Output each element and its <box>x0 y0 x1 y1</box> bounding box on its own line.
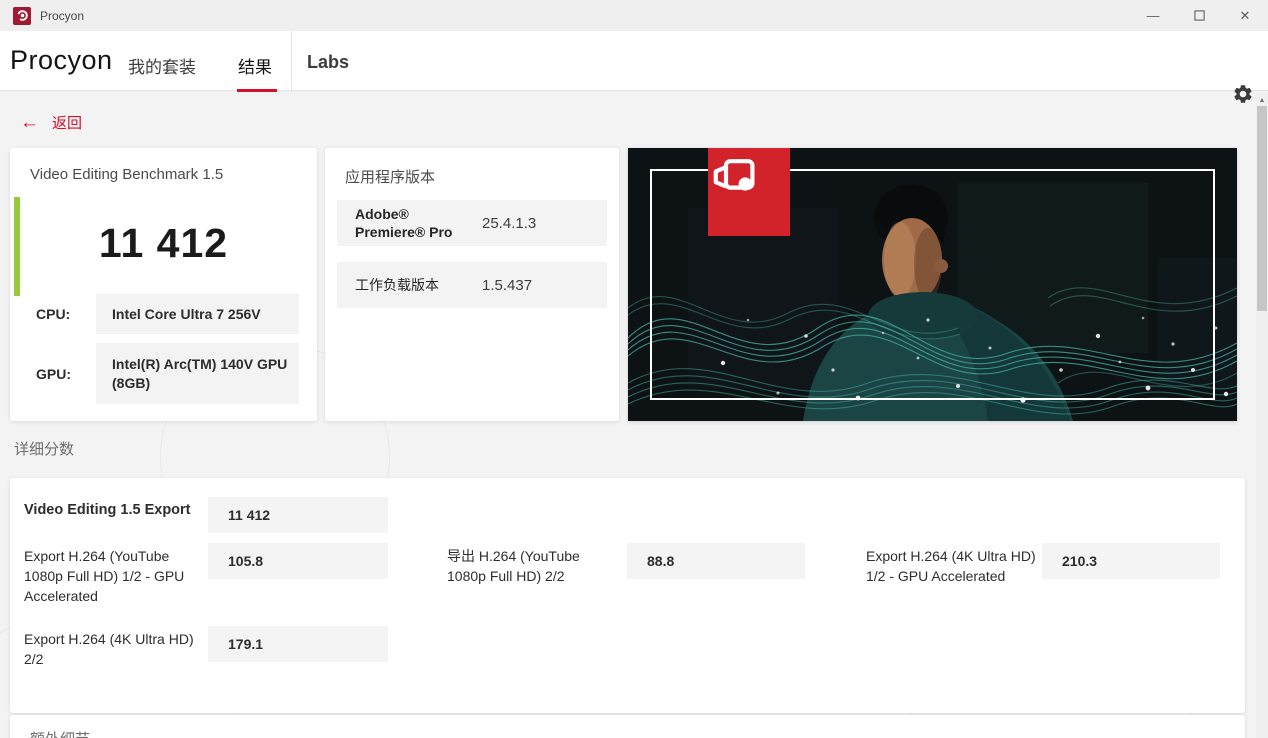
detailed-scores-card: Video Editing 1.5 Export 11 412 Export H… <box>10 478 1245 713</box>
main-nav: Procyon 我的套装 结果 Labs <box>0 31 1268 91</box>
procyon-logo-icon <box>13 7 31 25</box>
version-row: 工作负载版本 1.5.437 <box>337 262 607 308</box>
nav-divider <box>291 31 292 90</box>
version-row: Adobe® Premiere® Pro 25.4.1.3 <box>337 200 607 246</box>
maximize-button[interactable] <box>1176 0 1222 31</box>
brand-logo-text: Procyon <box>10 45 113 76</box>
close-button[interactable]: ✕ <box>1222 0 1268 31</box>
app-versions-title: 应用程序版本 <box>345 166 435 187</box>
scrollbar-up-arrow[interactable]: ▲ <box>1256 94 1268 106</box>
score-row-label: Export H.264 (4K Ultra HD) 2/2 <box>24 629 196 669</box>
back-label: 返回 <box>52 112 82 133</box>
window-titlebar: Procyon — ✕ <box>0 0 1268 31</box>
vertical-scrollbar[interactable]: ▲ <box>1256 92 1268 738</box>
cpu-value: Intel Core Ultra 7 256V <box>96 294 299 334</box>
score-row-value: 210.3 <box>1042 543 1220 579</box>
video-camera-icon <box>708 148 762 202</box>
score-row-value: 179.1 <box>208 626 388 662</box>
maximize-icon <box>1194 10 1205 21</box>
detailed-scores-title: 详细分数 <box>14 438 74 459</box>
score-row-label: 导出 H.264 (YouTube 1080p Full HD) 2/2 <box>447 546 619 586</box>
app-versions-card: 应用程序版本 Adobe® Premiere® Pro 25.4.1.3 工作负… <box>325 148 619 421</box>
extra-details-title: 额外细节 <box>30 728 90 738</box>
tab-my-suites[interactable]: 我的套装 <box>128 53 196 78</box>
score-row-value: 88.8 <box>627 543 805 579</box>
minimize-button[interactable]: — <box>1130 0 1176 31</box>
tab-results[interactable]: 结果 <box>238 53 272 78</box>
benchmark-title: Video Editing Benchmark 1.5 <box>30 166 223 183</box>
benchmark-hero-image <box>628 148 1237 421</box>
benchmark-summary-card: Video Editing Benchmark 1.5 11 412 CPU: … <box>10 148 317 421</box>
version-label: 工作负载版本 <box>355 276 470 294</box>
results-page: ← 返回 Video Editing Benchmark 1.5 11 412 … <box>0 92 1256 738</box>
video-benchmark-badge <box>708 148 790 236</box>
tab-results-label: 结果 <box>238 58 272 77</box>
procyon-app-window: Procyon — ✕ Procyon 我的套装 结果 Labs <box>0 0 1268 738</box>
score-row-label: Video Editing 1.5 Export <box>24 500 204 520</box>
version-value: 1.5.437 <box>482 277 532 294</box>
score-row-label: Export H.264 (4K Ultra HD) 1/2 - GPU Acc… <box>866 546 1044 586</box>
settings-gear-icon[interactable] <box>1232 83 1254 105</box>
version-value: 25.4.1.3 <box>482 215 536 232</box>
version-label: Adobe® Premiere® Pro <box>355 205 470 241</box>
extra-details-card: 额外细节 <box>10 715 1245 738</box>
tab-labs[interactable]: Labs <box>307 52 349 73</box>
score-row-value: 11 412 <box>208 497 388 533</box>
back-arrow-icon: ← <box>20 113 39 132</box>
score-row-value: 105.8 <box>208 543 388 579</box>
score-row-label: Export H.264 (YouTube 1080p Full HD) 1/2… <box>24 546 196 606</box>
gpu-value: Intel(R) Arc(TM) 140V GPU (8GB) <box>96 343 299 404</box>
back-button[interactable]: ← 返回 <box>20 112 82 133</box>
cpu-label: CPU: <box>36 306 70 322</box>
gpu-label: GPU: <box>36 366 71 382</box>
benchmark-score: 11 412 <box>10 220 317 267</box>
active-tab-underline <box>237 89 277 92</box>
window-title: Procyon <box>40 9 84 23</box>
window-controls: — ✕ <box>1130 0 1268 31</box>
scrollbar-thumb[interactable] <box>1257 106 1267 311</box>
